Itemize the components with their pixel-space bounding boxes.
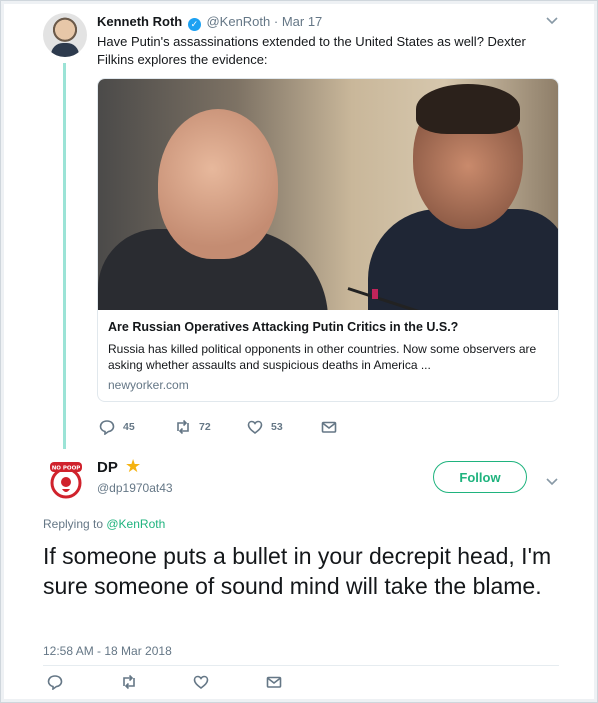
tweet-timestamp[interactable]: 12:58 AM - 18 Mar 2018 — [43, 644, 172, 658]
avatar-dp[interactable]: NO POOP — [48, 459, 84, 499]
avatar-stamp-text: NO POOP — [52, 466, 81, 472]
retweet-button[interactable]: 72 — [175, 419, 211, 435]
verified-icon: ✓ — [187, 18, 201, 31]
card-description: Russia has killed political opponents in… — [108, 342, 537, 372]
author-handle[interactable]: @dp1970at43 — [97, 481, 173, 495]
thread-line — [63, 63, 66, 449]
card-title: Are Russian Operatives Attacking Putin C… — [108, 320, 459, 334]
like-icon — [193, 675, 209, 690]
reply-button[interactable]: 45 — [99, 419, 135, 435]
author-name[interactable]: Kenneth Roth — [97, 14, 182, 29]
author-handle[interactable]: @KenRoth — [206, 14, 270, 29]
retweet-count: 72 — [199, 421, 211, 433]
dm-icon — [266, 676, 282, 688]
tweet-text: Have Putin's assassinations extended to … — [97, 34, 526, 67]
chevron-down-icon[interactable] — [546, 13, 558, 28]
reply-count: 45 — [123, 421, 135, 433]
card-domain: newyorker.com — [108, 378, 189, 392]
dm-button[interactable] — [266, 674, 282, 690]
retweet-icon — [123, 674, 135, 690]
like-button[interactable]: 53 — [247, 419, 283, 435]
replying-mention[interactable]: @KenRoth — [106, 517, 165, 531]
avatar-kenneth-roth[interactable] — [43, 13, 87, 57]
divider — [43, 665, 559, 666]
reply-button[interactable] — [47, 674, 63, 690]
retweet-button[interactable] — [121, 674, 137, 690]
tweet-text: If someone puts a bullet in your decrepi… — [43, 543, 552, 599]
dm-button[interactable] — [321, 419, 337, 435]
retweet-icon — [177, 419, 189, 435]
chevron-down-icon[interactable] — [546, 474, 558, 489]
reply-icon — [47, 675, 63, 690]
like-icon — [247, 420, 263, 435]
dm-icon — [321, 421, 337, 433]
author-name[interactable]: DP — [97, 459, 118, 476]
link-card[interactable]: Are Russian Operatives Attacking Putin C… — [97, 78, 559, 402]
like-button[interactable] — [193, 674, 209, 690]
follow-button[interactable]: Follow — [433, 461, 527, 493]
reply-icon — [99, 420, 115, 435]
card-image — [98, 79, 558, 310]
tweet-header: Kenneth Roth ✓ @KenRoth · Mar 17 — [97, 14, 322, 31]
tweet-date[interactable]: · Mar 17 — [274, 14, 322, 29]
like-count: 53 — [271, 421, 283, 433]
replying-to: Replying to @KenRoth — [43, 517, 165, 531]
replying-prefix: Replying to — [43, 517, 107, 531]
tweet-thread: Kenneth Roth ✓ @KenRoth · Mar 17 Have Pu… — [0, 0, 598, 703]
star-icon: ★ — [125, 456, 142, 476]
